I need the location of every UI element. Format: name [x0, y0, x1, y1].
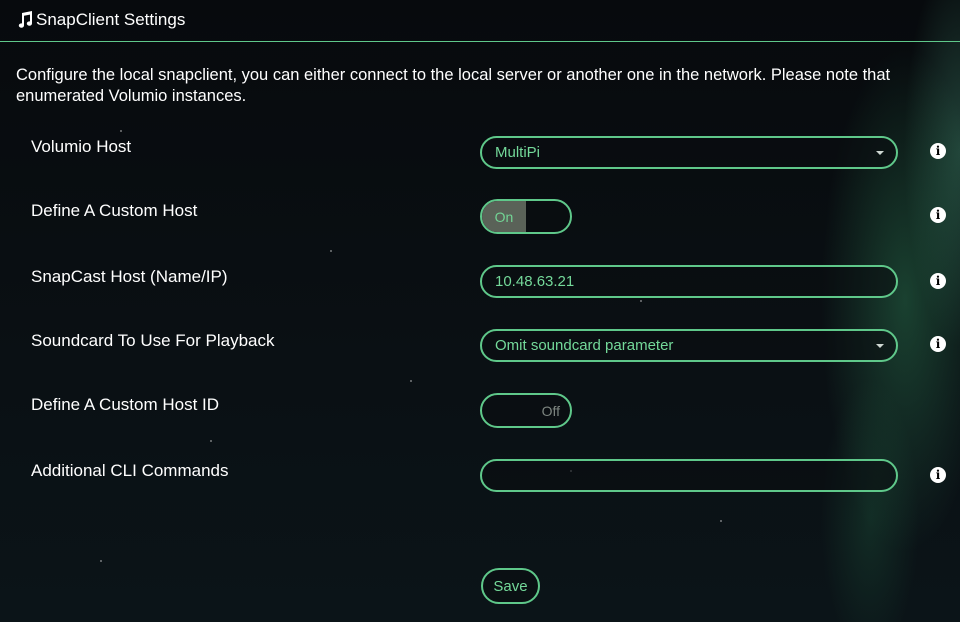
info-icon[interactable]: i — [930, 273, 946, 289]
save-button[interactable]: Save — [481, 568, 540, 604]
toggle-on-label: On — [482, 201, 526, 232]
snapcast-host-input[interactable]: 10.48.63.21 — [480, 265, 898, 298]
define-custom-host-id-label: Define A Custom Host ID — [31, 395, 220, 414]
chevron-down-icon — [876, 151, 884, 155]
info-icon[interactable]: i — [930, 143, 946, 159]
info-icon[interactable]: i — [930, 467, 946, 483]
soundcard-value: Omit soundcard parameter — [495, 337, 674, 354]
define-custom-host-toggle[interactable]: On — [480, 199, 572, 234]
description-line-2: enumerated Volumio instances. — [16, 87, 247, 105]
snapcast-host-value: 10.48.63.21 — [495, 273, 575, 290]
volumio-host-select[interactable]: MultiPi — [480, 136, 898, 169]
panel-header: SnapClient Settings — [0, 0, 960, 42]
description-line-1: Configure the local snapclient, you can … — [16, 66, 891, 84]
additional-cli-commands-input[interactable] — [480, 459, 898, 492]
volumio-host-label: Volumio Host — [31, 137, 132, 156]
settings-description: Configure the local snapclient, you can … — [16, 65, 960, 107]
define-custom-host-id-toggle[interactable]: Off — [480, 393, 572, 428]
info-icon[interactable]: i — [930, 336, 946, 352]
info-icon[interactable]: i — [930, 207, 946, 223]
soundcard-select[interactable]: Omit soundcard parameter — [480, 329, 898, 362]
soundcard-label: Soundcard To Use For Playback — [31, 331, 275, 350]
snapcast-host-label: SnapCast Host (Name/IP) — [31, 267, 228, 286]
music-note-icon — [18, 11, 33, 28]
snapclient-settings-panel: SnapClient Settings Configure the local … — [0, 0, 960, 622]
define-custom-host-label: Define A Custom Host — [31, 201, 198, 220]
chevron-down-icon — [876, 344, 884, 348]
volumio-host-value: MultiPi — [495, 144, 541, 161]
page-title: SnapClient Settings — [36, 10, 186, 29]
additional-cli-commands-label: Additional CLI Commands — [31, 461, 229, 480]
toggle-off-label: Off — [541, 402, 560, 419]
